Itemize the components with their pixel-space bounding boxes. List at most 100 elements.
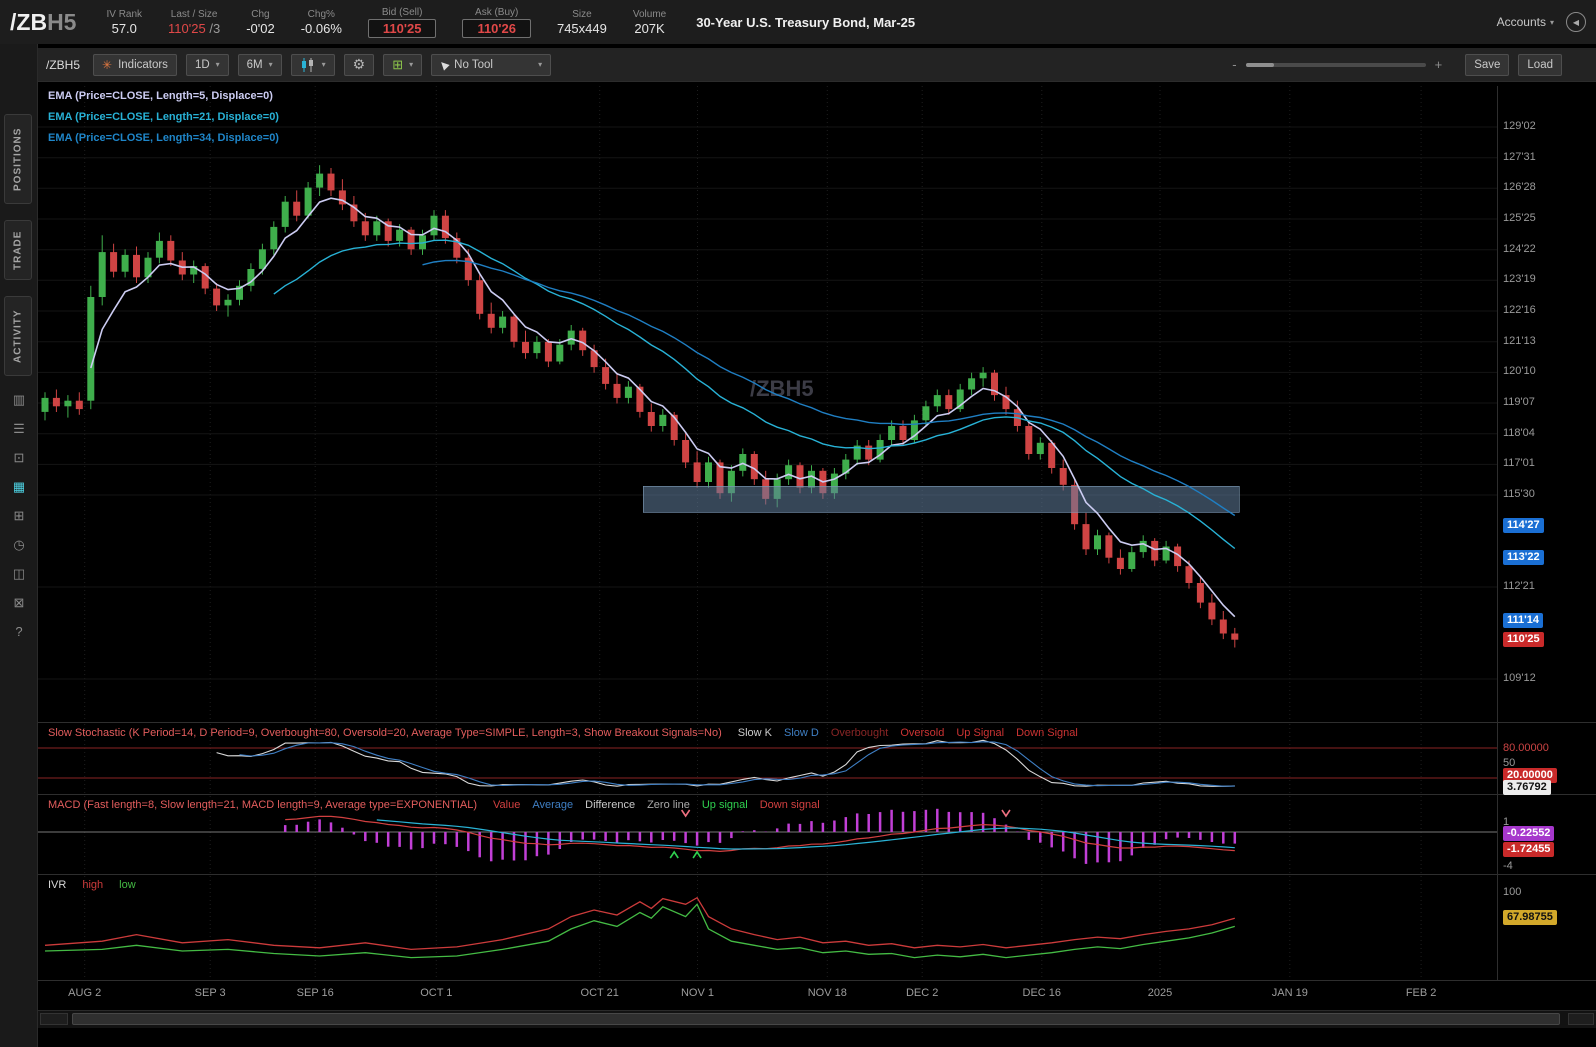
macd-value-bubble: -1.72455 (1503, 842, 1555, 857)
zoom-in-button[interactable]: + (1435, 57, 1443, 72)
legend-item: Up signal (701, 799, 748, 811)
time-axis-label: 2025 (1147, 987, 1173, 999)
scrollbar-thumb[interactable] (72, 1013, 1560, 1025)
save-button-label: Save (1474, 58, 1501, 71)
price-axis[interactable]: 129'02 127'31 126'28 125'25 124'22 123'19 122'… (1498, 86, 1596, 980)
price-axis-label: 127'31 (1503, 151, 1536, 163)
timeframe-dropdown[interactable]: 1D ▾ (185, 53, 229, 76)
price-chart-panel[interactable]: EMA (Price=CLOSE, Length=5, Displace=0) E… (38, 86, 1497, 722)
horizontal-scrollbar[interactable] (38, 1010, 1596, 1028)
chg-pct-label: Chg% (307, 8, 335, 20)
chart-settings-button[interactable]: ⚙ (343, 53, 375, 76)
range-dropdown[interactable]: 6M ▾ (237, 53, 282, 76)
legend-item: Oversold (900, 727, 945, 739)
indicators-icon: ✳ (102, 57, 113, 72)
scrollbar-left-cap[interactable] (40, 1013, 68, 1025)
time-axis-label: NOV 18 (807, 987, 847, 999)
macd-up-signal-arrow (669, 850, 679, 859)
collapse-arrow-icon: ◀ (1572, 17, 1580, 27)
dashboard-icon[interactable]: ⊞ (0, 508, 38, 524)
time-axis-label: FEB 2 (1405, 987, 1437, 999)
volume-value: 207K (634, 20, 665, 36)
orders-icon[interactable]: ⊡ (0, 450, 38, 466)
chart-icon[interactable]: ▦ (0, 479, 38, 495)
left-sidebar: POSITIONS TRADE ACTIVITY ▥ ☰ ⊡ ▦ ⊞ ◷ ◫ ⊠? (0, 44, 38, 1047)
panel-divider[interactable] (38, 874, 1596, 875)
package-icon[interactable]: ⊠ (0, 595, 38, 611)
time-axis[interactable]: AUG 2 SEP 3 SEP 16 OCT 1 OCT 21 NOV 1 NOV 18 DE… (38, 982, 1497, 1006)
price-axis-label: 124'22 (1503, 243, 1536, 255)
price-axis-label: 126'28 (1503, 181, 1536, 193)
time-axis-label: AUG 2 (68, 987, 102, 999)
price-axis-label: 115'30 (1503, 488, 1535, 500)
time-axis-label: SEP 16 (296, 987, 334, 999)
price-axis-label: 120'10 (1503, 365, 1536, 377)
indicators-button-label: Indicators (118, 58, 168, 71)
iv-rank-value: 57.0 (111, 20, 137, 36)
ivr-title: IVR (48, 879, 67, 891)
macd-legend: Value Average Difference Zero line Up signal… (493, 799, 820, 811)
legend-item: Value (493, 799, 521, 811)
ema-study-label: EMA (Price=CLOSE, Length=34, Displace=0) (48, 132, 279, 144)
panel-divider[interactable] (38, 722, 1596, 723)
ivr-panel[interactable]: IVR high low (38, 876, 1497, 980)
sidebar-tab-positions[interactable]: POSITIONS (4, 114, 32, 204)
bid-button[interactable]: 110'25 (367, 19, 437, 38)
last-size-suffix: /3 (209, 20, 221, 36)
price-axis-label: 118'04 (1503, 427, 1535, 439)
chg-pct-field: Chg% -0.06% (301, 8, 342, 37)
ema-study-label: EMA (Price=CLOSE, Length=21, Displace=0) (48, 111, 279, 123)
save-button[interactable]: Save (1465, 53, 1510, 76)
ivr-low-legend: low (119, 879, 136, 891)
time-axis-label: JAN 19 (1271, 987, 1308, 999)
ask-button[interactable]: 110'26 (462, 19, 531, 38)
last-price-bubble: 110'25 (1503, 632, 1544, 647)
price-axis-label: 125'25 (1503, 212, 1536, 224)
accounts-dropdown[interactable]: Accounts ▾ (1497, 15, 1554, 29)
scrollbar-corner[interactable] (1568, 1013, 1594, 1025)
legend-item: Slow D (784, 727, 819, 739)
legend-item: Zero line (647, 799, 690, 811)
last-size-label: Last / Size (170, 8, 218, 20)
trading-app-window: /ZBH5 IV Rank 57.0 Last / Size 110'25 /3… (0, 0, 1596, 1047)
ledger-icon[interactable]: ☰ (0, 421, 38, 437)
sidebar-tab-trade[interactable]: TRADE (4, 220, 32, 280)
ema-study-label: EMA (Price=CLOSE, Length=5, Displace=0) (48, 90, 273, 102)
users-icon[interactable]: ◫ (0, 566, 38, 582)
candlestick-chart[interactable]: /ZBH5 (38, 86, 1497, 722)
ivr-high-legend: high (82, 879, 104, 891)
zoom-out-button[interactable]: - (1232, 57, 1236, 72)
load-button[interactable]: Load (1518, 53, 1562, 76)
last-value: 110'25 (168, 20, 206, 36)
monitor-icon[interactable]: ▥ (0, 392, 38, 408)
panel-divider[interactable] (38, 794, 1596, 795)
history-icon[interactable]: ◷ (0, 537, 38, 553)
chart-style-dropdown[interactable]: ▾ (290, 53, 335, 76)
candles (41, 165, 1239, 648)
indicators-button[interactable]: ✳ Indicators (93, 53, 177, 76)
macd-panel[interactable]: MACD (Fast length=8, Slow length=21, MAC… (38, 796, 1497, 874)
time-axis-label: OCT 21 (580, 987, 619, 999)
stochastic-panel[interactable]: Slow Stochastic (K Period=14, D Period=9… (38, 724, 1497, 794)
time-axis-label: SEP 3 (194, 987, 226, 999)
legend-item: Down Signal (1016, 727, 1078, 739)
help-icon[interactable]: ? (0, 624, 38, 640)
ivr-study-header: IVR high low (48, 879, 136, 891)
grid-layout-dropdown[interactable]: ⊞ ▾ (383, 53, 423, 76)
legend-item: Overbought (830, 727, 889, 739)
zoom-slider[interactable] (1245, 62, 1426, 67)
candlestick-style-icon (301, 57, 313, 72)
collapse-panel-button[interactable]: ◀ (1566, 12, 1586, 32)
legend-item: Slow K (737, 727, 772, 739)
contract-description: 30-Year U.S. Treasury Bond, Mar-25 (696, 14, 916, 30)
ask-label: Ask (Buy) (475, 7, 519, 18)
drawing-tool-dropdown[interactable]: No Tool ▾ (431, 53, 552, 76)
sidebar-tab-activity[interactable]: ACTIVITY (4, 296, 32, 376)
grid-layout-icon: ⊞ (392, 56, 404, 72)
ivr-grid-label: 100 (1503, 886, 1522, 898)
zoom-slider-thumb[interactable] (1245, 62, 1274, 67)
ivr-value-bubble: 67.98755 (1503, 910, 1557, 925)
size-value: 745x449 (556, 20, 607, 36)
stoch-overbought-label: 80.00000 (1503, 742, 1549, 754)
ivr-plot[interactable] (38, 876, 1497, 980)
